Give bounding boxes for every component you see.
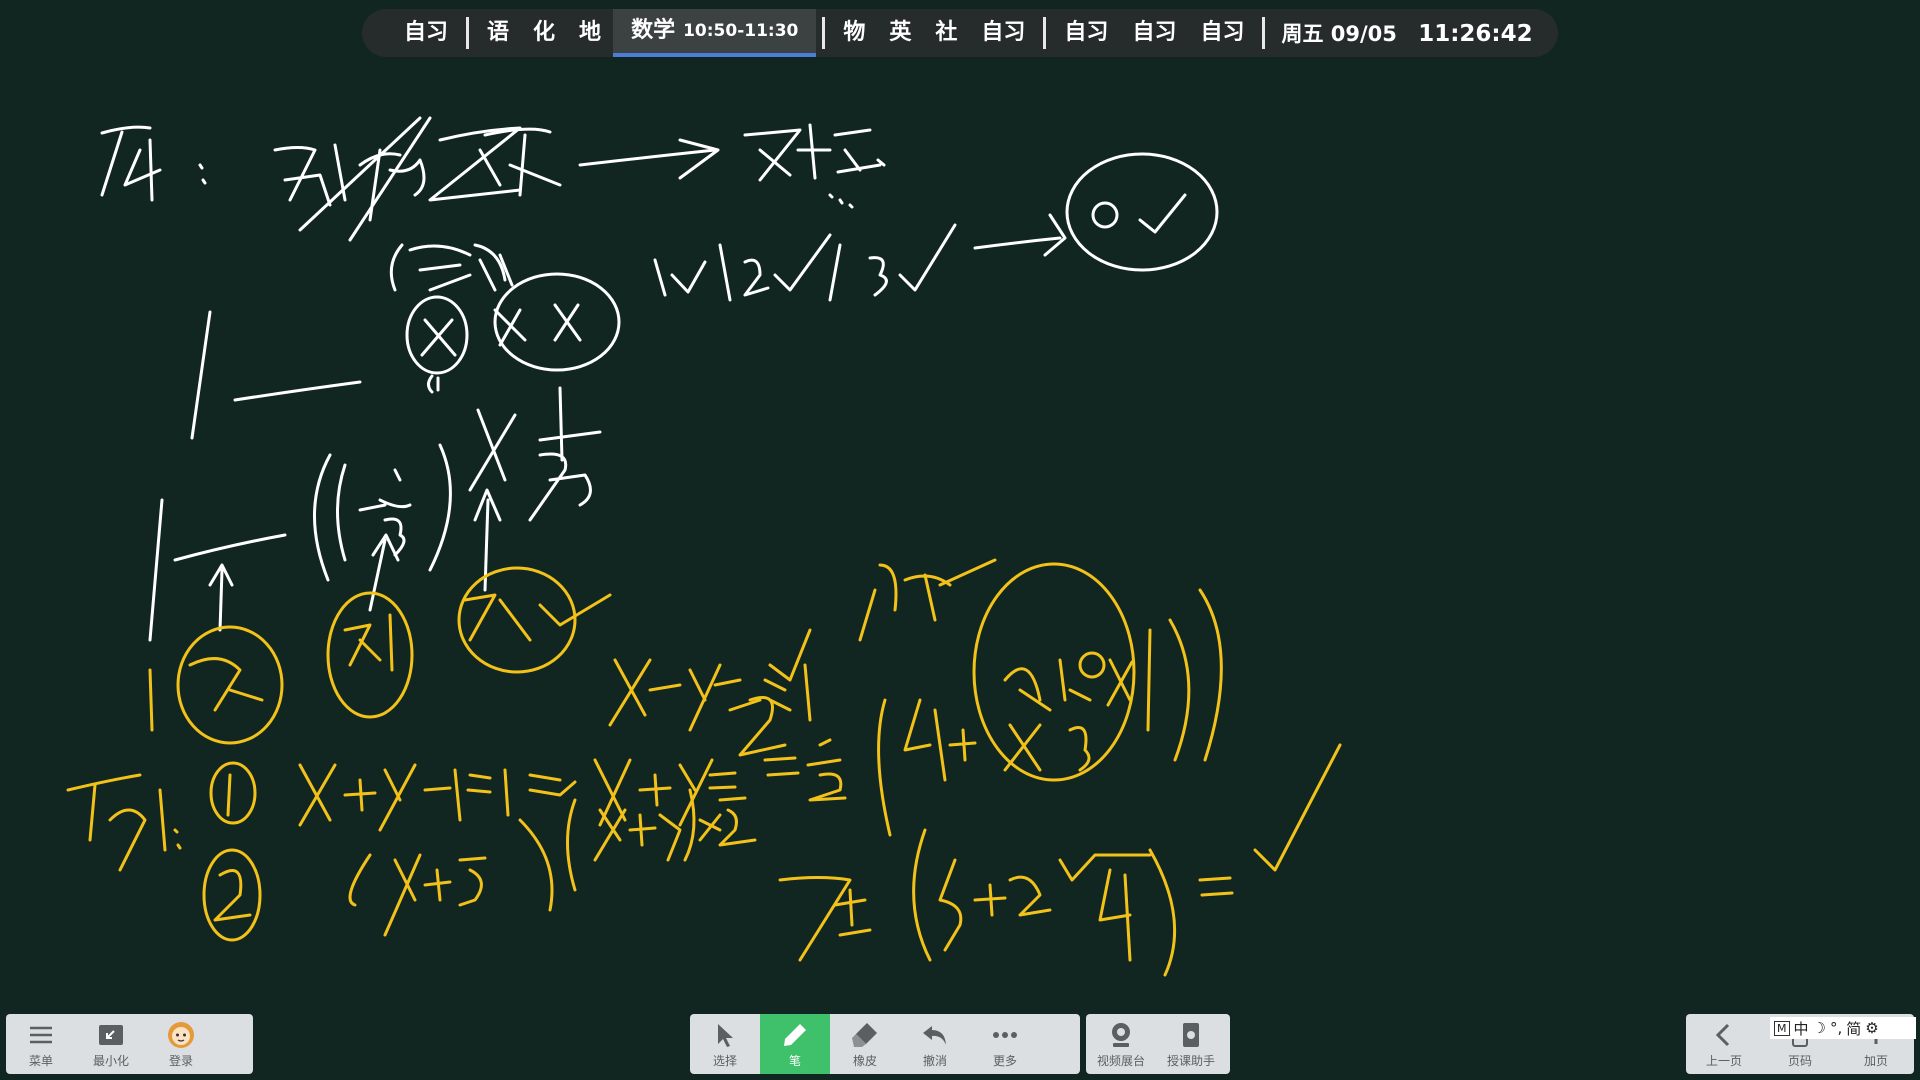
schedule-slot: 地: [579, 20, 602, 45]
schedule-separator: [466, 17, 470, 49]
center-toolbar: 选择 笔 橡皮 撤消 更多: [690, 1014, 1080, 1074]
schedule-slot: 自习: [1200, 20, 1245, 45]
undo-label: 撤消: [922, 1053, 947, 1068]
video-booth-button[interactable]: 视频展台: [1086, 1014, 1156, 1074]
ime-moon-icon[interactable]: ☽: [1813, 1019, 1826, 1037]
ime-gear-icon[interactable]: ⚙: [1865, 1019, 1878, 1037]
chevron-left-icon: [1715, 1023, 1730, 1046]
schedule-separator: [822, 17, 826, 49]
menu-button[interactable]: 菜单: [6, 1014, 76, 1074]
current-period-time: 10:50-11:30: [683, 21, 799, 41]
add-page-label: 加页: [1863, 1053, 1888, 1068]
pen-icon: [784, 1023, 806, 1046]
camera-icon: [1112, 1022, 1130, 1047]
pen-tool-button[interactable]: 笔: [760, 1014, 830, 1074]
teaching-assistant-button[interactable]: 授课助手: [1156, 1014, 1226, 1074]
schedule-slot: 自习: [404, 20, 449, 45]
schedule-slot: 语: [487, 20, 510, 45]
minimize-icon: [99, 1024, 123, 1045]
schedule-bar: 自习 语 化 地 数学 10:50-11:30 物 英 社 自习 自习 自习 自…: [362, 9, 1558, 57]
schedule-slot: 社: [935, 20, 958, 45]
avatar-icon: [168, 1021, 194, 1048]
undo-button[interactable]: 撤消: [900, 1014, 970, 1074]
yellow-handwriting: [66, 558, 1342, 977]
schedule-slot: 物: [843, 20, 866, 45]
ime-status-bar[interactable]: M 中 ☽ °, 简 ⚙: [1770, 1017, 1916, 1039]
select-label: 选择: [712, 1053, 737, 1068]
minimize-button[interactable]: 最小化: [76, 1014, 146, 1074]
ime-script[interactable]: 简: [1846, 1018, 1861, 1039]
more-icon: [993, 1031, 1017, 1038]
schedule-slot: 自习: [1132, 20, 1177, 45]
page-number-label: 页码: [1787, 1053, 1812, 1068]
ime-punctuation[interactable]: °,: [1830, 1019, 1842, 1037]
ime-language[interactable]: 中: [1794, 1018, 1809, 1039]
clock-label: 11:26:42: [1418, 21, 1533, 47]
current-period: 数学 10:50-11:30: [613, 9, 817, 57]
menu-icon: [30, 1026, 52, 1043]
undo-icon: [923, 1025, 946, 1045]
date-clock: 周五 09/05 11:26:42: [1271, 18, 1542, 48]
schedule-separator: [1043, 17, 1047, 49]
select-tool-button[interactable]: 选择: [690, 1014, 760, 1074]
schedule-slot: 自习: [981, 20, 1026, 45]
tablet-icon: [1183, 1022, 1199, 1047]
prev-page-button[interactable]: 上一页: [1686, 1014, 1762, 1074]
minimize-label: 最小化: [92, 1053, 129, 1068]
schedule-slot: 自习: [1064, 20, 1109, 45]
pen-label: 笔: [788, 1053, 801, 1068]
more-button[interactable]: 更多: [970, 1014, 1040, 1074]
video-booth-label: 视频展台: [1096, 1053, 1145, 1068]
prev-page-label: 上一页: [1705, 1053, 1742, 1068]
eraser-label: 橡皮: [852, 1053, 877, 1068]
schedule-separator: [1262, 17, 1266, 49]
login-button[interactable]: 登录: [146, 1014, 216, 1074]
date-label: 周五 09/05: [1281, 22, 1397, 46]
schedule-slot: 英: [889, 20, 912, 45]
handwriting-canvas[interactable]: [0, 0, 1920, 1080]
ime-mode-box[interactable]: M: [1774, 1020, 1790, 1036]
login-label: 登录: [168, 1053, 193, 1068]
schedule-slot: 化: [533, 20, 556, 45]
cursor-icon: [718, 1023, 733, 1047]
current-subject: 数学: [631, 18, 676, 43]
teaching-toolbar: 视频展台 授课助手: [1086, 1014, 1230, 1074]
left-toolbar: 菜单 最小化 登录: [6, 1014, 253, 1074]
white-handwriting: [100, 116, 1219, 642]
eraser-icon: [852, 1022, 877, 1047]
menu-label: 菜单: [28, 1053, 53, 1068]
teaching-assistant-label: 授课助手: [1166, 1053, 1215, 1068]
eraser-tool-button[interactable]: 橡皮: [830, 1014, 900, 1074]
more-label: 更多: [992, 1053, 1017, 1068]
